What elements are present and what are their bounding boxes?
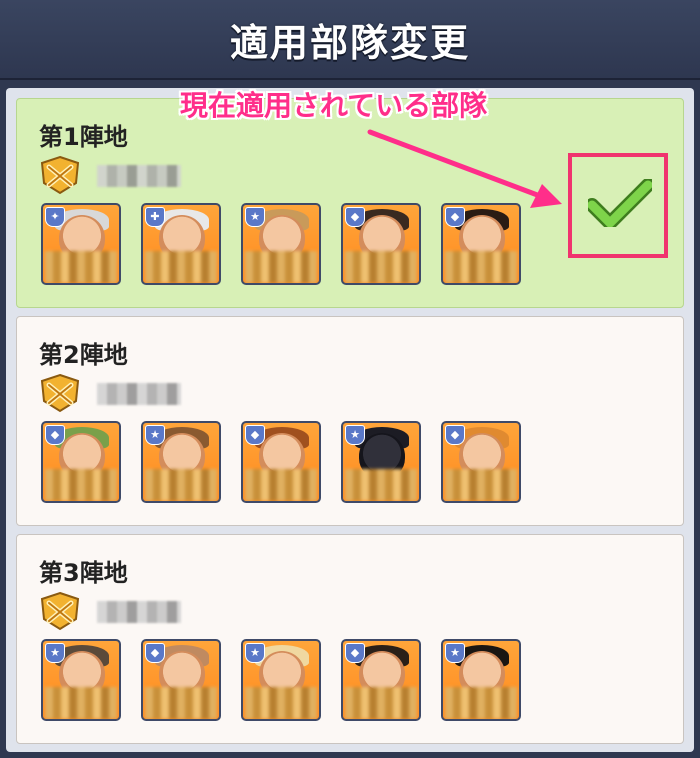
- hero-card[interactable]: ◆: [241, 421, 321, 503]
- squad-title: 第1陣地: [39, 123, 128, 151]
- hero-card[interactable]: ◆: [341, 639, 421, 721]
- squad-title: 第2陣地: [39, 341, 128, 369]
- class-badge-icon: ◆: [345, 207, 365, 227]
- class-badge-icon: ◆: [445, 207, 465, 227]
- squad-name-redacted: [97, 165, 181, 187]
- class-badge-icon: ★: [145, 425, 165, 445]
- hero-card[interactable]: ★: [341, 421, 421, 503]
- squad-card-3[interactable]: 第3陣地 ★ ◆ ★ ◆ ★: [16, 534, 684, 744]
- class-badge-icon: ◆: [445, 425, 465, 445]
- hero-card[interactable]: ★: [141, 421, 221, 503]
- class-badge-icon: ◆: [45, 425, 65, 445]
- checkmark-icon: [588, 179, 652, 227]
- page-title: 適用部隊変更: [229, 20, 470, 65]
- crossed-swords-badge-icon: [40, 591, 80, 631]
- hero-card[interactable]: ◆: [441, 203, 521, 285]
- hero-card[interactable]: ★: [241, 203, 321, 285]
- squad-card-2[interactable]: 第2陣地 ◆ ★ ◆ ★ ◆: [16, 316, 684, 526]
- hero-card[interactable]: ★: [41, 639, 121, 721]
- hero-card[interactable]: ★: [441, 639, 521, 721]
- crossed-swords-badge-icon: [40, 373, 80, 413]
- hero-card[interactable]: ◆: [41, 421, 121, 503]
- hero-card[interactable]: ◆: [141, 639, 221, 721]
- class-badge-icon: ★: [445, 643, 465, 663]
- class-badge-icon: ★: [345, 425, 365, 445]
- hero-card[interactable]: ◆: [341, 203, 421, 285]
- class-badge-icon: ✦: [45, 207, 65, 227]
- class-badge-icon: ◆: [245, 425, 265, 445]
- class-badge-icon: ★: [45, 643, 65, 663]
- annotation-label: 現在適用されている部隊: [180, 89, 488, 122]
- hero-card[interactable]: ✚: [141, 203, 221, 285]
- hero-card[interactable]: ✦: [41, 203, 121, 285]
- header-bar: 適用部隊変更: [0, 0, 700, 80]
- squad-name-redacted: [97, 601, 181, 623]
- hero-card[interactable]: ★: [241, 639, 321, 721]
- crossed-swords-badge-icon: [40, 155, 80, 195]
- class-badge-icon: ★: [245, 207, 265, 227]
- squad-title: 第3陣地: [39, 559, 128, 587]
- class-badge-icon: ★: [245, 643, 265, 663]
- class-badge-icon: ✚: [145, 207, 165, 227]
- class-badge-icon: ◆: [345, 643, 365, 663]
- squad-name-redacted: [97, 383, 181, 405]
- hero-card[interactable]: ◆: [441, 421, 521, 503]
- active-squad-highlight: [568, 153, 668, 258]
- class-badge-icon: ◆: [145, 643, 165, 663]
